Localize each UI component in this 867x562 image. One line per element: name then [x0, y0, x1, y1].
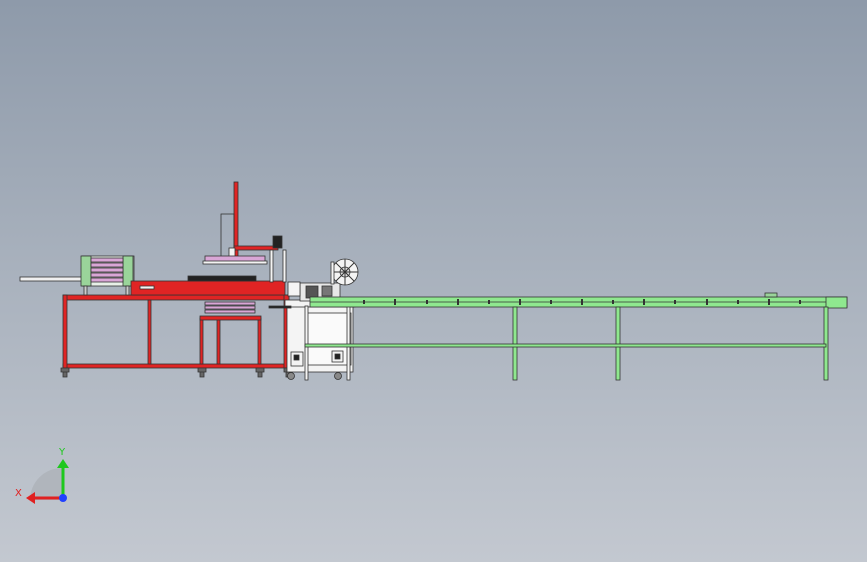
conveyor-end-roller: [825, 296, 848, 309]
head-block: [305, 285, 319, 299]
head-block: [321, 285, 333, 297]
pink-stack: [90, 257, 124, 283]
feeder-post: [83, 285, 88, 296]
red-loading-station: [19, 255, 293, 378]
frame-leg: [257, 317, 262, 365]
feeder-plate: [80, 255, 92, 287]
conveyor-cross-brace: [304, 343, 827, 348]
gantry-motor: [272, 235, 283, 249]
caster-wheel: [334, 372, 342, 380]
frame-leg: [199, 317, 204, 365]
labeling-machine: [268, 258, 359, 381]
frame-top-rail: [62, 294, 290, 301]
caster-wheel: [287, 372, 295, 380]
gantry-vertical-rod: [269, 249, 274, 283]
frame-bottom-rail: [62, 363, 290, 369]
cabinet-window-inner: [334, 353, 341, 360]
bracket-rod: [268, 305, 292, 309]
bracket: [287, 281, 301, 297]
cad-viewport[interactable]: Y X: [0, 0, 867, 562]
frame-leg: [62, 294, 68, 369]
assembly-drawing: Y X: [15, 181, 848, 504]
z-axis-dot: [59, 494, 67, 502]
frame-leg: [147, 299, 152, 365]
conveyor-leg: [823, 306, 829, 381]
leveling-foot: [255, 367, 265, 378]
green-conveyor: [304, 292, 848, 381]
carriage-slot: [139, 285, 155, 290]
conveyor-head: [764, 292, 778, 298]
x-axis-label: X: [15, 488, 22, 499]
control-button: [293, 354, 300, 361]
frame-leg: [216, 317, 221, 365]
machine-leg: [346, 305, 351, 381]
cabinet-inner: [306, 312, 352, 366]
conveyor-leg: [615, 306, 621, 381]
extension-rod: [19, 276, 83, 282]
x-axis-arrowhead: [26, 492, 35, 504]
gantry-beam: [233, 245, 279, 251]
coordinate-triad: Y X: [15, 447, 69, 504]
inner-shelf: [199, 315, 262, 321]
y-axis-label: Y: [58, 447, 66, 458]
feeder-post: [125, 285, 130, 296]
pink-stack-lower: [204, 301, 256, 314]
leveling-foot: [197, 367, 207, 378]
gantry-vertical-rod: [282, 249, 287, 283]
machine-leg: [304, 305, 309, 381]
y-axis-arrowhead: [57, 459, 69, 468]
gantry: [202, 181, 287, 283]
conveyor-leg: [512, 306, 518, 381]
gripper-bar: [202, 260, 268, 265]
carriage-top: [187, 275, 257, 282]
reel-arm: [330, 261, 335, 285]
leveling-foot: [60, 367, 70, 378]
